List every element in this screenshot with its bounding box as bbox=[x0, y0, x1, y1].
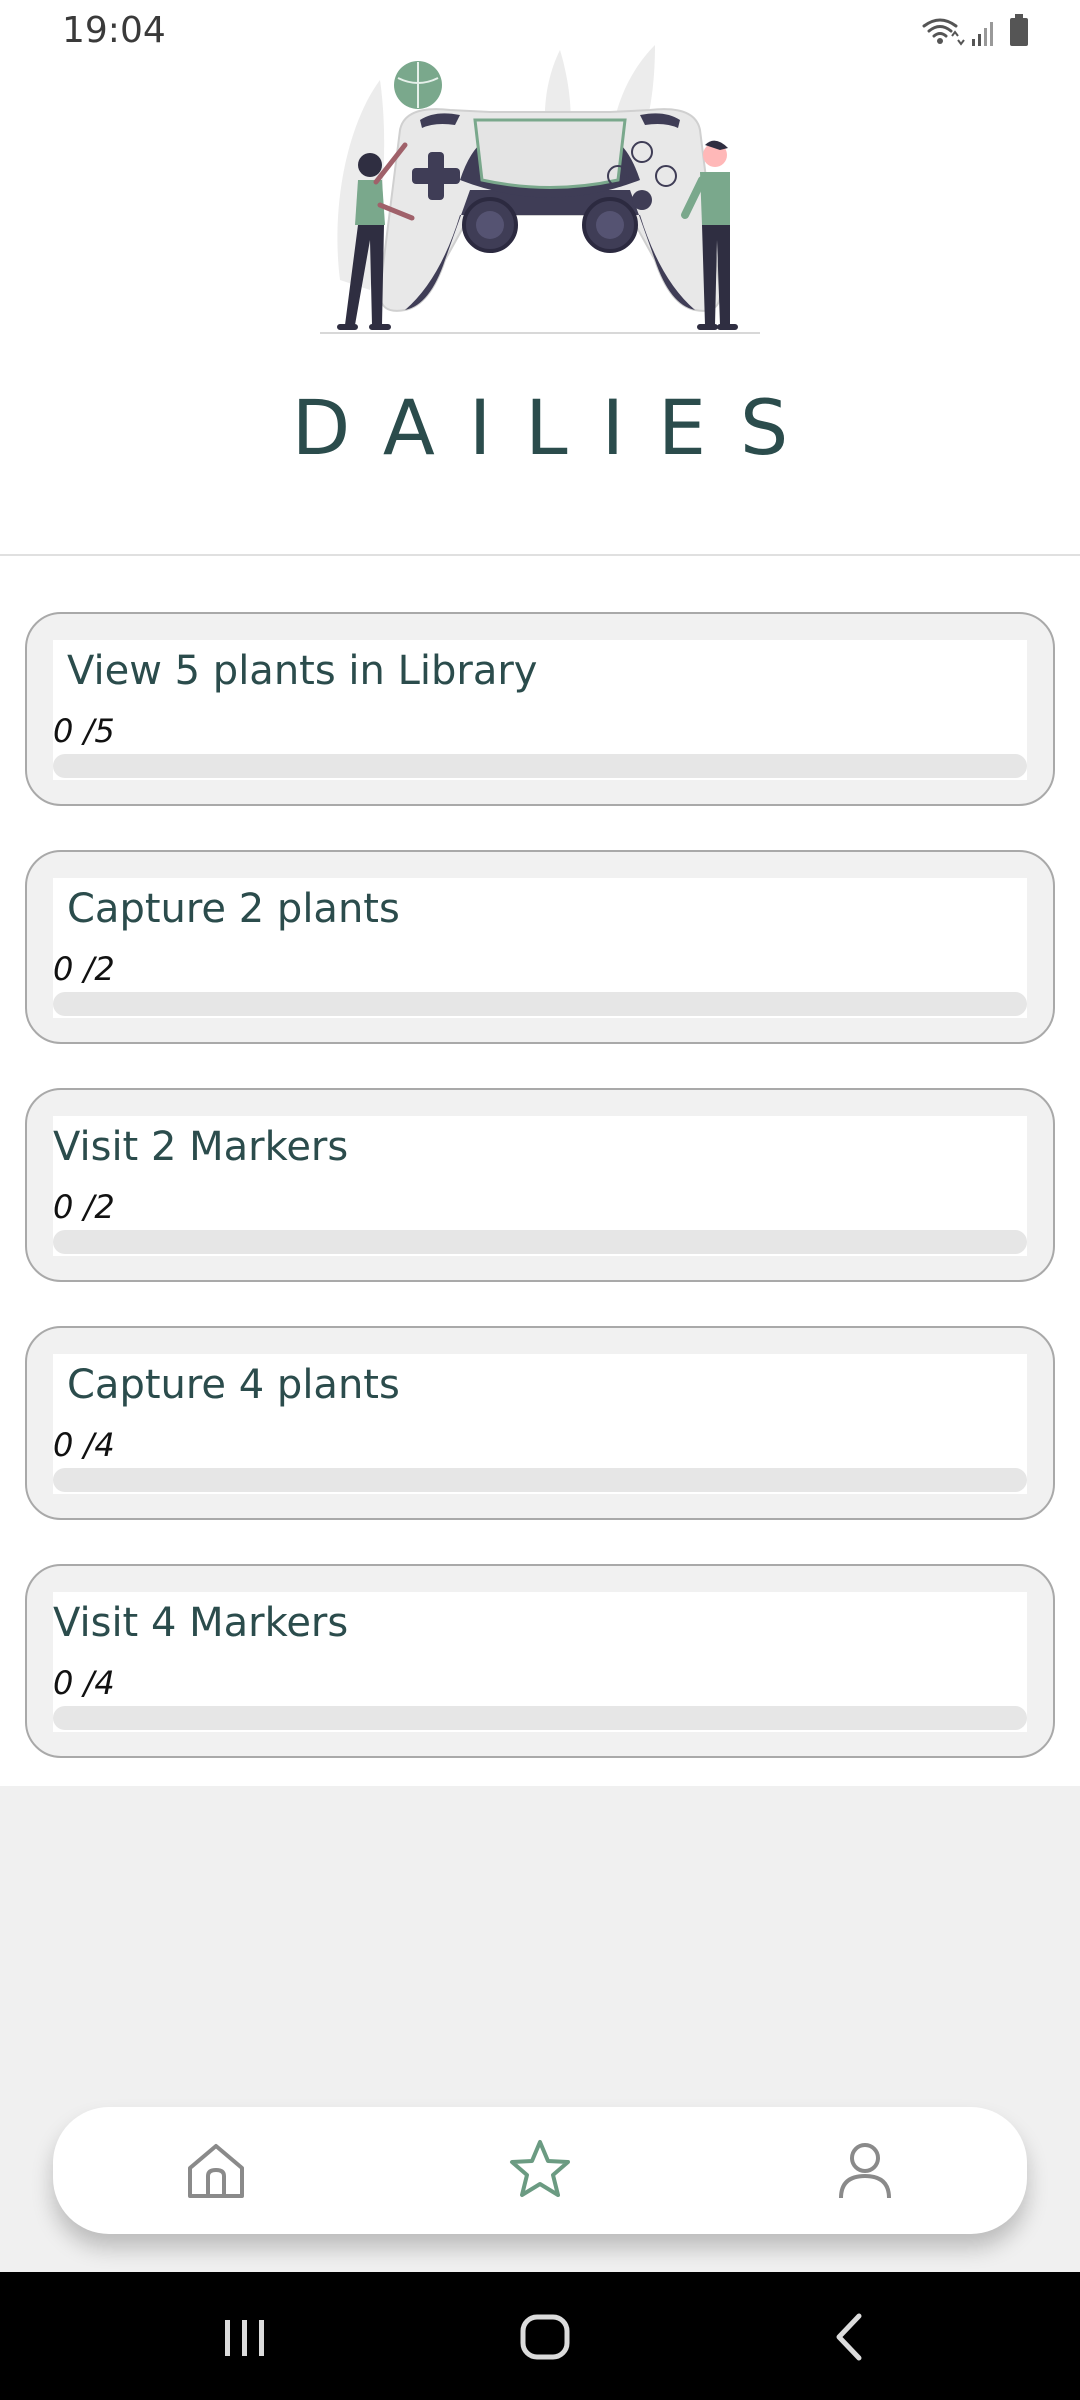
task-progress-text: 0 /2 bbox=[53, 950, 115, 988]
task-card-content: Visit 2 Markers 0 /2 bbox=[53, 1116, 1027, 1256]
task-title: Capture 4 plants bbox=[67, 1362, 400, 1408]
home-system-icon[interactable] bbox=[510, 2302, 580, 2372]
bottom-navigation bbox=[53, 2107, 1027, 2234]
page-title: DAILIES bbox=[291, 383, 823, 472]
status-icons bbox=[920, 12, 1040, 52]
task-title: Visit 4 Markers bbox=[53, 1600, 349, 1646]
status-time: 19:04 bbox=[62, 10, 166, 51]
back-icon[interactable] bbox=[815, 2302, 885, 2372]
person-icon bbox=[839, 2143, 891, 2199]
task-card-content: Capture 2 plants 0 /2 bbox=[53, 878, 1027, 1018]
task-progress-bar bbox=[53, 992, 1027, 1016]
task-progress-bar bbox=[53, 1468, 1027, 1492]
task-progress-text: 0 /4 bbox=[53, 1426, 115, 1464]
nav-home-button[interactable] bbox=[176, 2130, 256, 2210]
nav-profile-button[interactable] bbox=[825, 2130, 905, 2210]
task-title: Visit 2 Markers bbox=[53, 1124, 349, 1170]
task-progress-text: 0 /4 bbox=[53, 1664, 115, 1702]
task-progress-text: 0 /5 bbox=[53, 712, 115, 750]
task-title: Capture 2 plants bbox=[67, 886, 400, 932]
task-card-content: View 5 plants in Library 0 /5 bbox=[53, 640, 1027, 780]
task-card[interactable]: Capture 2 plants 0 /2 bbox=[25, 850, 1055, 1044]
task-card[interactable]: Visit 4 Markers 0 /4 bbox=[25, 1564, 1055, 1758]
recent-apps-icon[interactable] bbox=[210, 2302, 280, 2372]
task-card[interactable]: Visit 2 Markers 0 /2 bbox=[25, 1088, 1055, 1282]
home-icon bbox=[188, 2144, 244, 2198]
task-progress-bar bbox=[53, 1706, 1027, 1730]
task-progress-bar bbox=[53, 754, 1027, 778]
task-card[interactable]: View 5 plants in Library 0 /5 bbox=[25, 612, 1055, 806]
task-card-content: Visit 4 Markers 0 /4 bbox=[53, 1592, 1027, 1732]
star-icon bbox=[510, 2140, 570, 2197]
wifi-signal-battery-icon bbox=[922, 14, 1028, 46]
daily-task-list: View 5 plants in Library 0 /5 Capture 2 … bbox=[25, 612, 1055, 1802]
task-card-content: Capture 4 plants 0 /4 bbox=[53, 1354, 1027, 1494]
system-navigation-bar bbox=[0, 2272, 1080, 2400]
task-progress-text: 0 /2 bbox=[53, 1188, 115, 1226]
header-divider bbox=[0, 554, 1080, 556]
task-title: View 5 plants in Library bbox=[67, 648, 538, 694]
task-progress-bar bbox=[53, 1230, 1027, 1254]
hero-illustration bbox=[310, 40, 770, 340]
task-card[interactable]: Capture 4 plants 0 /4 bbox=[25, 1326, 1055, 1520]
nav-dailies-button[interactable] bbox=[500, 2130, 580, 2210]
